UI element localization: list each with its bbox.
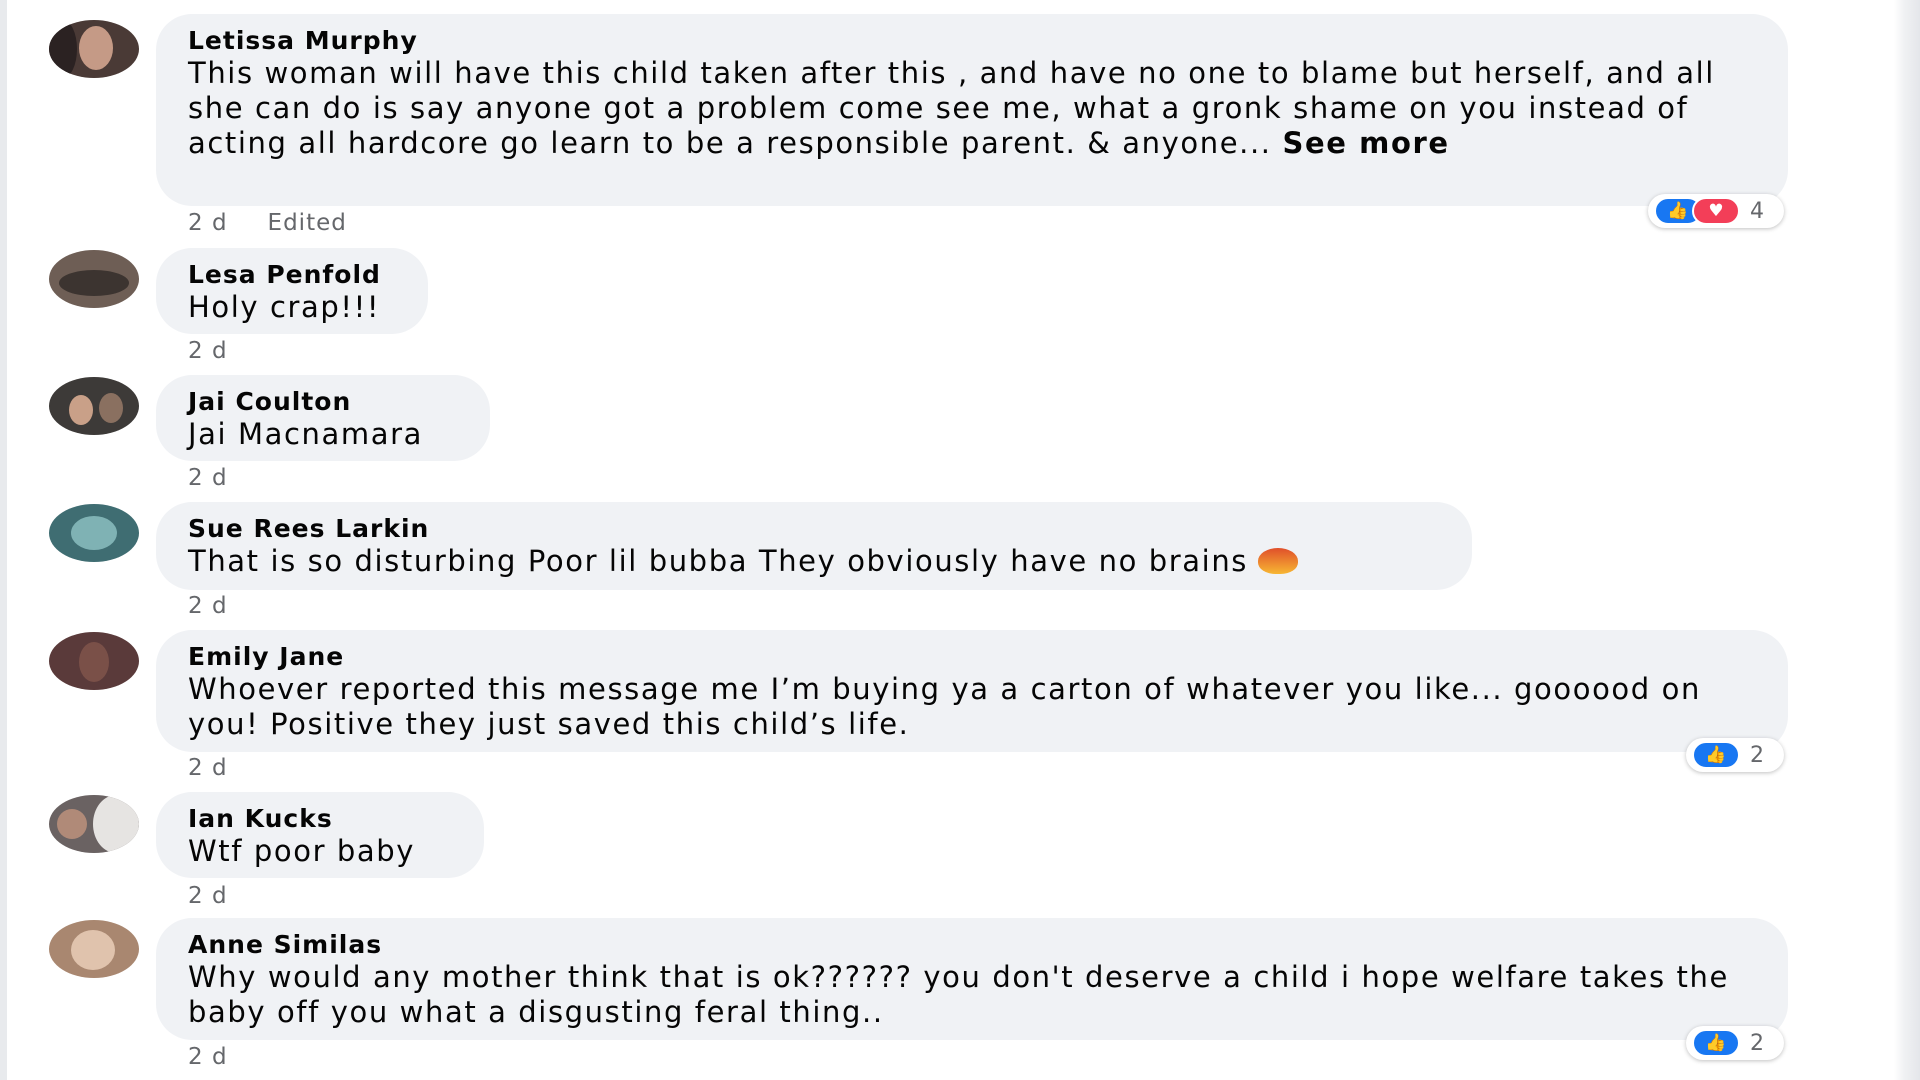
edited-label[interactable]: Edited — [268, 210, 347, 236]
reaction-count: 4 — [1750, 198, 1764, 224]
comment-bubble: Ian Kucks Wtf poor baby — [156, 792, 484, 878]
comment-text: That is so disturbing Poor lil bubba The… — [188, 544, 1440, 579]
left-border — [0, 0, 7, 1080]
reaction-summary[interactable]: 👍 2 — [1686, 1026, 1784, 1060]
comment-text: Wtf poor baby — [188, 834, 416, 868]
comment-timestamp[interactable]: 2 d — [188, 883, 228, 909]
angry-emoji-icon — [1258, 548, 1299, 574]
scrollbar-track[interactable] — [1894, 0, 1920, 1080]
comment-meta: 2 d — [188, 465, 228, 491]
like-icon: 👍 — [1692, 1029, 1740, 1057]
comment-meta: 2 d — [188, 1044, 228, 1070]
avatar[interactable] — [49, 795, 139, 853]
comment-meta: 2 d — [188, 883, 228, 909]
like-icon: 👍 — [1692, 741, 1740, 769]
comment-meta: 2 d — [188, 593, 228, 619]
reaction-count: 2 — [1750, 742, 1764, 768]
comment-meta: 2 d — [188, 755, 228, 781]
comment-timestamp[interactable]: 2 d — [188, 755, 228, 781]
love-icon: ♥ — [1692, 197, 1740, 225]
reaction-count: 2 — [1750, 1030, 1764, 1056]
comment-meta: 2 d Edited — [188, 210, 347, 236]
avatar[interactable] — [49, 20, 139, 78]
comment-bubble: Anne Similas Why would any mother think … — [156, 918, 1788, 1040]
comment-text: Whoever reported this message me I’m buy… — [188, 672, 1701, 741]
avatar[interactable] — [49, 504, 139, 562]
avatar[interactable] — [49, 632, 139, 690]
comment-author[interactable]: Anne Similas — [188, 930, 1756, 960]
reaction-summary[interactable]: 👍 ♥ 4 — [1648, 194, 1784, 228]
comment-author[interactable]: Sue Rees Larkin — [188, 514, 1440, 544]
avatar[interactable] — [49, 250, 139, 308]
comment-text: Holy crap!!! — [188, 290, 381, 324]
comment-bubble: Jai Coulton Jai Macnamara — [156, 375, 490, 461]
comment-text-body: That is so disturbing Poor lil bubba The… — [188, 544, 1249, 578]
comment-text[interactable]: Jai Macnamara — [188, 417, 458, 452]
comment-text: Why would any mother think that is ok???… — [188, 960, 1729, 1029]
comment-author[interactable]: Letissa Murphy — [188, 26, 1756, 56]
comment-timestamp[interactable]: 2 d — [188, 465, 228, 491]
avatar[interactable] — [49, 920, 139, 978]
comment-timestamp[interactable]: 2 d — [188, 593, 228, 619]
comment-timestamp[interactable]: 2 d — [188, 1044, 228, 1070]
comment-timestamp[interactable]: 2 d — [188, 338, 228, 364]
comment-text: This woman will have this child taken af… — [188, 56, 1756, 161]
comment-bubble: Lesa Penfold Holy crap!!! — [156, 248, 428, 334]
see-more-link[interactable]: See more — [1282, 126, 1449, 160]
reaction-summary[interactable]: 👍 2 — [1686, 738, 1784, 772]
comment-author[interactable]: Jai Coulton — [188, 387, 458, 417]
comment-bubble: Sue Rees Larkin That is so disturbing Po… — [156, 502, 1472, 590]
comment-bubble: Letissa Murphy This woman will have this… — [156, 14, 1788, 206]
comment-timestamp[interactable]: 2 d — [188, 210, 228, 236]
comment-text-body: This woman will have this child taken af… — [188, 56, 1715, 160]
comment-author[interactable]: Emily Jane — [188, 642, 1756, 672]
comment-meta: 2 d — [188, 338, 228, 364]
comment-author[interactable]: Lesa Penfold — [188, 260, 396, 290]
avatar[interactable] — [49, 377, 139, 435]
comment-bubble: Emily Jane Whoever reported this message… — [156, 630, 1788, 752]
comment-author[interactable]: Ian Kucks — [188, 804, 452, 834]
